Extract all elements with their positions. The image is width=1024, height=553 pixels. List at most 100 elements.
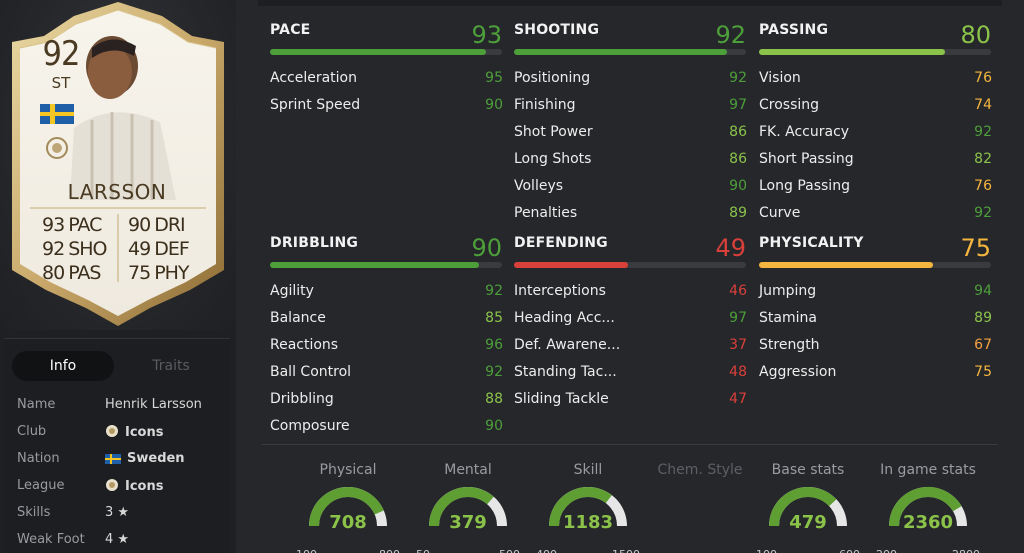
- left-panel: 92 ST LARSSON 93 PAC 92 SHO 80 PAS 90 DRI 49…: [0, 0, 236, 553]
- gauge-in-game-stats: In game stats 2360 200 2800: [868, 462, 988, 553]
- group-title-pace: PACE: [270, 22, 311, 38]
- attr-label: Long Shots: [514, 151, 592, 167]
- attr-value: 89: [974, 310, 992, 326]
- attr-value: 97: [729, 97, 747, 113]
- star-icon: ★: [117, 505, 130, 520]
- info-row-nation: Nation Sweden: [17, 451, 227, 471]
- attr-value: 74: [974, 97, 992, 113]
- group-bar-track: [514, 262, 746, 268]
- attr-value: 46: [729, 283, 747, 299]
- gauge-title: In game stats: [880, 462, 976, 478]
- tab-traits[interactable]: Traits: [120, 351, 222, 381]
- gauge-value: 708: [329, 512, 367, 533]
- group-bar-track: [759, 262, 991, 268]
- attr-label: Penalties: [514, 205, 578, 221]
- card-player-name: LARSSON: [67, 180, 167, 204]
- group-title-defending: DEFENDING: [514, 235, 608, 251]
- tab-info[interactable]: Info: [12, 351, 114, 381]
- attr-value: 92: [729, 70, 747, 86]
- attr-label: Acceleration: [270, 70, 357, 86]
- attr-value: 86: [729, 124, 747, 140]
- info-label: Name: [17, 397, 56, 412]
- attr-label: Sliding Tackle: [514, 391, 609, 407]
- attr-value: 90: [729, 178, 747, 194]
- info-value: 3 ★: [105, 505, 130, 520]
- gauge-min: 100: [296, 548, 317, 553]
- group-title-physicality: PHYSICALITY: [759, 235, 864, 251]
- attr-value: 67: [974, 337, 992, 353]
- info-value: Henrik Larsson: [105, 397, 202, 412]
- info-tabs: Info Traits: [12, 351, 222, 381]
- gauge-value: 1183: [562, 512, 614, 533]
- attr-label: Agility: [270, 283, 314, 299]
- attr-label: Short Passing: [759, 151, 854, 167]
- card-stat-pac: 93 PAC: [42, 214, 102, 236]
- info-value: 4 ★: [105, 532, 130, 547]
- attr-value: 92: [974, 124, 992, 140]
- gauge-chem-style: Chem. Style: [640, 462, 760, 553]
- attr-label: Composure: [270, 418, 350, 434]
- player-card[interactable]: [0, 0, 236, 330]
- group-value-shooting: 92: [715, 21, 746, 49]
- gauge-min: 50: [416, 548, 430, 553]
- info-label: League: [17, 478, 65, 493]
- info-label: Weak Foot: [17, 532, 85, 547]
- star-icon: ★: [117, 532, 130, 547]
- attr-value: 90: [485, 418, 503, 434]
- gauge-physical: Physical 708 100 800: [288, 462, 408, 553]
- card-stat-dri: 90 DRI: [128, 214, 186, 236]
- gauge-title: Mental: [444, 462, 492, 478]
- attr-label: Interceptions: [514, 283, 606, 299]
- gauge-max: 600: [839, 548, 860, 553]
- attr-label: Heading Acc...: [514, 310, 615, 326]
- card-rating: 92: [42, 34, 81, 74]
- info-row-name: Name Henrik Larsson: [17, 397, 227, 417]
- attr-value: 37: [729, 337, 747, 353]
- attr-label: Ball Control: [270, 364, 352, 380]
- attr-value: 89: [729, 205, 747, 221]
- group-bar-fill: [270, 49, 486, 55]
- attr-value: 48: [729, 364, 747, 380]
- group-title-shooting: SHOOTING: [514, 22, 600, 38]
- attr-value: 47: [729, 391, 747, 407]
- player-card-area: 92 ST LARSSON 93 PAC 92 SHO 80 PAS 90 DRI 49…: [0, 0, 236, 330]
- attr-value: 75: [974, 364, 992, 380]
- info-value[interactable]: Icons: [105, 424, 163, 440]
- info-value[interactable]: Icons: [105, 478, 163, 494]
- info-value[interactable]: Sweden: [105, 451, 185, 466]
- card-stat-phy: 75 PHY: [128, 262, 190, 284]
- gauge-max: 500: [499, 548, 520, 553]
- attr-label: Curve: [759, 205, 801, 221]
- attr-label: Balance: [270, 310, 326, 326]
- attr-value: 88: [485, 391, 503, 407]
- gauge-title: Base stats: [771, 462, 845, 478]
- attr-label: Aggression: [759, 364, 837, 380]
- attr-label: Crossing: [759, 97, 820, 113]
- gauge-max: 800: [379, 548, 400, 553]
- info-label: Nation: [17, 451, 60, 466]
- attr-label: Long Passing: [759, 178, 850, 194]
- attr-label: Volleys: [514, 178, 564, 194]
- group-value-defending: 49: [715, 234, 746, 262]
- gauge-title: Physical: [319, 462, 377, 478]
- attr-value: 82: [974, 151, 992, 167]
- attr-label: Finishing: [514, 97, 576, 113]
- attr-value: 76: [974, 178, 992, 194]
- attr-label: Reactions: [270, 337, 339, 353]
- gauge-min: 400: [536, 548, 557, 553]
- attr-label: FK. Accuracy: [759, 124, 850, 140]
- sweden-flag-icon: [40, 104, 74, 124]
- card-position: ST: [51, 74, 71, 92]
- attr-value: 94: [974, 283, 992, 299]
- gauge-min: 100: [756, 548, 777, 553]
- group-bar-track: [270, 262, 502, 268]
- attr-value: 92: [974, 205, 992, 221]
- gauge-value: 2360: [902, 512, 954, 533]
- gauge-max: 2800: [952, 548, 980, 553]
- attr-value: 92: [485, 283, 503, 299]
- group-bar-fill: [759, 49, 945, 55]
- attr-label: Stamina: [759, 310, 817, 326]
- gauge-value: 479: [789, 512, 827, 533]
- top-strip: [258, 0, 1002, 6]
- group-bar-track: [270, 49, 502, 55]
